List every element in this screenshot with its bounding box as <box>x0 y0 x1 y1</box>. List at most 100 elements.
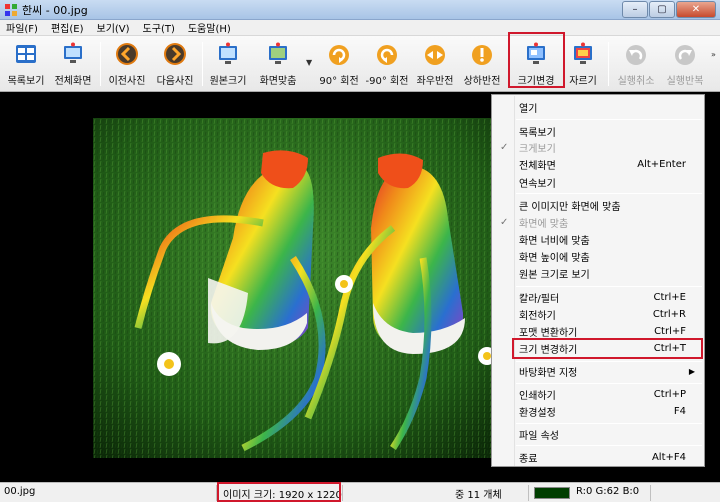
undo-label: 실행취소 <box>617 76 655 87</box>
flip-horizontal-button[interactable]: 좌우반전 <box>412 39 458 89</box>
menu-open[interactable]: 열기 <box>492 99 704 115</box>
menu-convert-format-shortcut: Ctrl+F <box>654 325 686 337</box>
redo-button[interactable]: 실행반복 <box>661 39 709 89</box>
check-icon: ✓ <box>500 216 509 228</box>
menu-settings[interactable]: 환경설정 F4 <box>492 403 704 419</box>
status-color-value: R:0 G:62 B:0 <box>576 486 640 497</box>
menu-set-wallpaper-label: 바탕화면 지정 <box>519 367 578 379</box>
menu-slideshow[interactable]: 연속보기 <box>492 174 704 190</box>
menu-edit[interactable]: 편집(E) <box>49 20 86 35</box>
menu-file[interactable]: 파일(F) <box>4 20 40 35</box>
menu-slideshow-label: 연속보기 <box>519 178 556 190</box>
toolbar-separator <box>202 42 203 86</box>
list-view-button[interactable]: 목록보기 <box>5 39 47 89</box>
flip-vertical-label: 상하반전 <box>463 76 501 87</box>
toolbar-separator <box>608 42 609 86</box>
fit-screen-icon <box>265 41 291 67</box>
fullscreen-icon <box>60 41 86 67</box>
undo-icon <box>623 41 649 67</box>
fullscreen-label: 전체화면 <box>54 76 92 87</box>
menu-separator <box>516 286 702 287</box>
crop-button[interactable]: 자르기 <box>561 39 605 89</box>
menu-set-wallpaper[interactable]: 바탕화면 지정 ▶ <box>492 363 704 379</box>
fit-screen-button[interactable]: 화면맞춤 <box>255 39 301 89</box>
status-count: 중 11 개체 <box>455 490 502 501</box>
menu-fit-width[interactable]: 화면 너비에 맞춤 <box>492 231 704 247</box>
previous-photo-label: 이전사진 <box>108 76 146 87</box>
menu-bar: 파일(F) 편집(E) 보기(V) 도구(T) 도움말(H) <box>0 20 720 36</box>
rotate-cw-icon <box>326 41 352 67</box>
status-filename: 00.jpg <box>4 486 36 497</box>
menu-fit-width-label: 화면 너비에 맞춤 <box>519 235 590 247</box>
fullscreen-button[interactable]: 전체화면 <box>52 39 94 89</box>
status-bar: 00.jpg 이미지 크기: 1920 x 1220 중 11 개체 R:0 G… <box>0 482 720 502</box>
flip-vertical-button[interactable]: 상하반전 <box>459 39 505 89</box>
menu-separator <box>516 119 702 120</box>
menu-color-filter-shortcut: Ctrl+E <box>653 291 687 303</box>
menu-list-view-label: 목록보기 <box>519 127 556 139</box>
rotate-ccw-icon <box>374 41 400 67</box>
menu-exit-label: 종료 <box>519 453 538 465</box>
toolbar: 목록보기 전체화면 이전사진 다음사진 원본크기 화면맞춤 ▼ 90° 회전 -… <box>0 32 720 92</box>
toolbar-overflow-icon[interactable]: » <box>711 50 716 59</box>
rotate-90-button[interactable]: 90° 회전 <box>316 39 362 89</box>
menu-fit-screen[interactable]: ✓ 화면에 맞춤 <box>492 214 704 230</box>
close-button[interactable]: ✕ <box>676 1 716 18</box>
menu-help[interactable]: 도움말(H) <box>186 20 233 35</box>
menu-original-size-label: 원본 크기로 보기 <box>519 269 590 281</box>
menu-color-filter[interactable]: 칼라/필터 Ctrl+E <box>492 289 704 305</box>
menu-settings-label: 환경설정 <box>519 407 556 419</box>
undo-button[interactable]: 실행취소 <box>612 39 660 89</box>
previous-photo-button[interactable]: 이전사진 <box>104 39 150 89</box>
original-size-icon <box>215 41 241 67</box>
menu-original-size[interactable]: 원본 크기로 보기 <box>492 265 704 281</box>
crop-label: 자르기 <box>569 76 597 87</box>
minimize-button[interactable]: – <box>622 1 648 18</box>
fit-screen-dropdown-icon[interactable]: ▼ <box>306 58 312 67</box>
next-photo-button[interactable]: 다음사진 <box>152 39 198 89</box>
fit-screen-label: 화면맞춤 <box>259 76 297 87</box>
menu-file-properties[interactable]: 파일 속성 <box>492 426 704 442</box>
menu-tools[interactable]: 도구(T) <box>141 20 177 35</box>
menu-exit-shortcut: Alt+F4 <box>651 451 686 463</box>
menu-fit-height[interactable]: 화면 높이에 맞춤 <box>492 248 704 264</box>
original-size-button[interactable]: 원본크기 <box>206 39 250 89</box>
crop-icon <box>570 41 596 67</box>
check-icon: ✓ <box>500 141 509 153</box>
menu-fit-screen-label: 화면에 맞춤 <box>519 218 569 230</box>
menu-resize-highlight <box>512 338 703 359</box>
menu-large-view-label: 크게보기 <box>519 143 556 155</box>
menu-fullscreen[interactable]: 전체화면 Alt+Enter <box>492 156 704 172</box>
photo <box>93 118 493 458</box>
flip-vertical-icon <box>469 41 495 67</box>
window-title: 한씨 - 00.jpg <box>22 3 88 17</box>
menu-separator <box>516 193 702 194</box>
menu-view[interactable]: 보기(V) <box>95 20 132 35</box>
flip-horizontal-label: 좌우반전 <box>416 76 454 87</box>
menu-convert-format-label: 포맷 변환하기 <box>519 327 578 339</box>
image-size-highlight <box>217 482 341 502</box>
redo-label: 실행반복 <box>666 76 704 87</box>
menu-settings-shortcut: F4 <box>673 405 686 417</box>
status-divider <box>342 485 343 501</box>
menu-rotate[interactable]: 회전하기 Ctrl+R <box>492 306 704 322</box>
menu-fit-large-only[interactable]: 큰 이미지만 화면에 맞춤 <box>492 197 704 213</box>
menu-large-view[interactable]: ✓ 크게보기 <box>492 139 704 155</box>
menu-print[interactable]: 인쇄하기 Ctrl+P <box>492 386 704 402</box>
next-photo-label: 다음사진 <box>156 76 194 87</box>
menu-exit[interactable]: 종료 Alt+F4 <box>492 449 704 465</box>
menu-fullscreen-label: 전체화면 <box>519 160 556 172</box>
menu-convert-format[interactable]: 포맷 변환하기 Ctrl+F <box>492 323 704 339</box>
status-divider <box>528 485 529 501</box>
menu-open-label: 열기 <box>519 103 538 115</box>
context-menu: 열기 목록보기 ✓ 크게보기 전체화면 Alt+Enter 연속보기 큰 이미지… <box>491 94 705 467</box>
menu-separator <box>516 383 702 384</box>
menu-fit-large-only-label: 큰 이미지만 화면에 맞춤 <box>519 201 621 213</box>
previous-arrow-icon <box>114 41 140 67</box>
rotate-minus-90-button[interactable]: -90° 회전 <box>363 39 411 89</box>
flip-horizontal-icon <box>422 41 448 67</box>
resize-button-highlight <box>508 32 565 88</box>
menu-list-view[interactable]: 목록보기 <box>492 123 704 139</box>
maximize-button[interactable]: ▢ <box>649 1 675 18</box>
title-bar: 한씨 - 00.jpg – ▢ ✕ <box>0 0 720 20</box>
